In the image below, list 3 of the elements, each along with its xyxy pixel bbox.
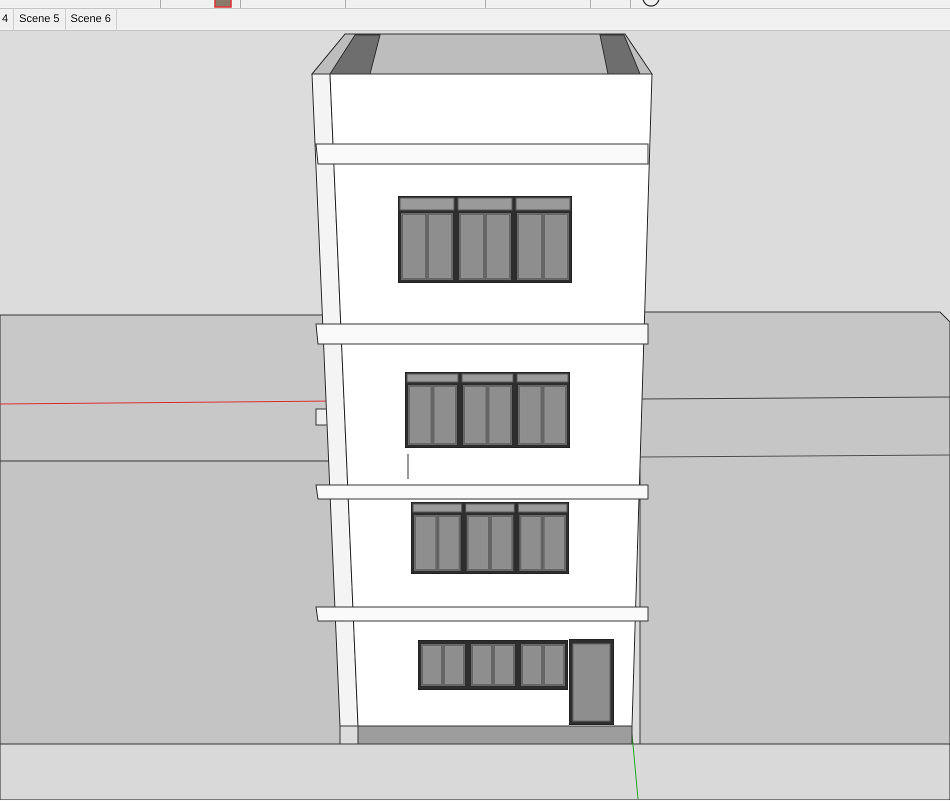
model-viewport[interactable] <box>0 31 950 800</box>
scene-tab[interactable]: 4 <box>0 9 14 30</box>
scene-tab[interactable]: Scene 6 <box>66 9 117 30</box>
